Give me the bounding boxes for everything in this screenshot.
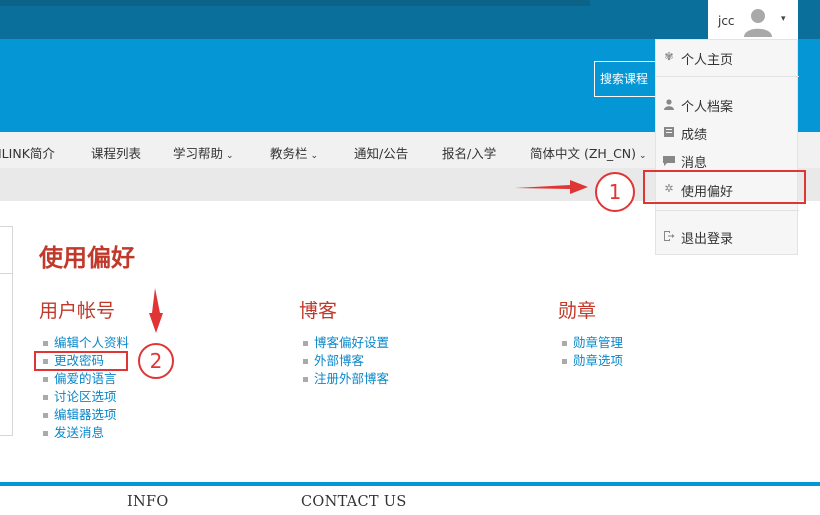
highlight-change-password (34, 351, 128, 371)
section-title-badges: 勋章 (558, 300, 597, 322)
avatar-icon (744, 9, 772, 37)
badge-links: 勋章管理 勋章选项 (559, 334, 623, 370)
nav-label: 学习帮助 (173, 146, 224, 161)
nav-item-enrol[interactable]: 报名/入学 (442, 143, 496, 162)
caret-down-icon: ▾ (781, 14, 786, 24)
menu-divider (656, 210, 799, 211)
link-edit-profile[interactable]: 编辑个人资料 (40, 334, 129, 352)
footer-divider (0, 482, 820, 486)
footer-contact: CONTACT US (301, 494, 407, 510)
menu-item-messages[interactable]: 消息 (656, 148, 799, 172)
user-menu-toggle[interactable]: jcc ▾ (708, 0, 798, 39)
nav-item-academic[interactable]: 教务栏 ⌄ (270, 143, 318, 162)
user-menu-dropdown: ✾ 个人主页 个人档案 成绩 消息 ✲ 使用偏好 退出登录 (655, 39, 799, 255)
grades-icon (663, 126, 675, 138)
menu-item-label: 个人档案 (681, 100, 734, 115)
top-bar-shadow (0, 0, 590, 6)
nav-item-courses[interactable]: 课程列表 (91, 143, 141, 162)
link-badge-preferences[interactable]: 勋章选项 (559, 352, 623, 370)
nav-item-notices[interactable]: 通知/公告 (354, 143, 408, 162)
user-icon (663, 98, 675, 110)
menu-item-label: 个人主页 (681, 53, 734, 68)
link-manage-badges[interactable]: 勋章管理 (559, 334, 623, 352)
nav-label: ILINK简介 (0, 146, 55, 161)
link-register-external-blog[interactable]: 注册外部博客 (300, 370, 389, 388)
blog-links: 博客偏好设置 外部博客 注册外部博客 (300, 334, 389, 388)
chevron-down-icon: ⌄ (639, 151, 647, 161)
divider (0, 273, 12, 274)
dashboard-icon: ✾ (664, 50, 674, 63)
menu-item-dashboard[interactable]: ✾ 个人主页 (656, 45, 799, 69)
menu-divider (656, 76, 799, 77)
nav-label: 通知/公告 (354, 146, 409, 161)
menu-item-profile[interactable]: 个人档案 (656, 92, 799, 116)
menu-item-logout[interactable]: 退出登录 (656, 224, 799, 248)
message-icon (663, 154, 675, 166)
highlight-preferences (643, 170, 806, 204)
step-2-marker: 2 (138, 343, 174, 379)
link-preferred-language[interactable]: 偏爱的语言 (40, 370, 129, 388)
logout-icon (663, 230, 675, 242)
menu-item-label: 退出登录 (681, 232, 734, 247)
side-block (0, 226, 13, 436)
arrow-to-change-password (149, 288, 163, 333)
nav-item-help[interactable]: 学习帮助 ⌄ (173, 143, 234, 162)
link-blog-preferences[interactable]: 博客偏好设置 (300, 334, 389, 352)
chevron-down-icon: ⌄ (310, 151, 319, 161)
link-editor-preferences[interactable]: 编辑器选项 (40, 406, 129, 424)
menu-item-label: 消息 (681, 156, 708, 171)
link-forum-preferences[interactable]: 讨论区选项 (40, 388, 129, 406)
nav-label: 简体中文 (ZH_CN) (530, 146, 637, 161)
link-external-blogs[interactable]: 外部博客 (300, 352, 389, 370)
top-bar (0, 0, 820, 39)
section-title-account: 用户帐号 (39, 300, 116, 322)
nav-label: 课程列表 (91, 146, 142, 161)
step-1-marker: 1 (595, 172, 635, 212)
search-courses-button[interactable]: 搜索课程 (594, 61, 656, 97)
nav-item-language[interactable]: 简体中文 (ZH_CN) ⌄ (530, 143, 647, 162)
menu-item-label: 成绩 (681, 128, 708, 143)
section-title-blog: 博客 (299, 300, 338, 322)
user-name: jcc (718, 14, 735, 28)
menu-item-grades[interactable]: 成绩 (656, 120, 799, 144)
footer-info: INFO (127, 494, 169, 510)
nav-label: 报名/入学 (442, 146, 497, 161)
chevron-down-icon: ⌄ (226, 151, 234, 161)
page-title: 使用偏好 (39, 244, 135, 272)
nav-label: 教务栏 (270, 146, 308, 161)
nav-item-ilink[interactable]: ILINK简介 (0, 143, 55, 162)
link-send-message[interactable]: 发送消息 (40, 424, 129, 442)
